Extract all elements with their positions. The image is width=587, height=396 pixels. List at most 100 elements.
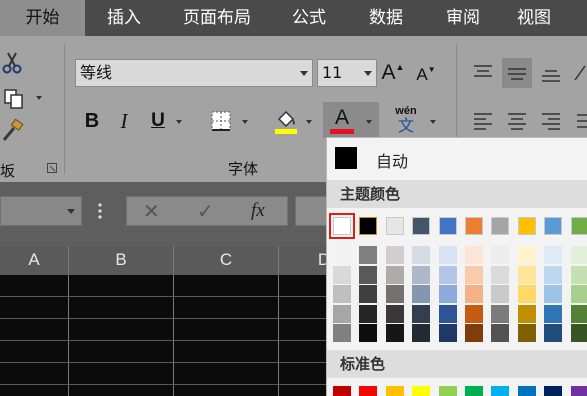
- italic-button[interactable]: I: [112, 107, 136, 135]
- phonetic-guide-button[interactable]: wén 文: [390, 102, 422, 138]
- underline-dropdown-caret[interactable]: [176, 120, 182, 124]
- theme-shade-swatch[interactable]: [333, 246, 351, 264]
- tab-review[interactable]: 审阅: [425, 0, 501, 36]
- theme-shade-swatch[interactable]: [491, 265, 510, 284]
- copy-dropdown-caret[interactable]: [36, 96, 42, 100]
- theme-shade-swatch[interactable]: [465, 324, 483, 343]
- decrease-indent-button[interactable]: [572, 108, 587, 134]
- theme-shade-swatch[interactable]: [544, 304, 563, 323]
- theme-shade-swatch[interactable]: [333, 285, 351, 304]
- theme-shade-swatch[interactable]: [359, 285, 378, 304]
- font-color-dropdown-caret[interactable]: [366, 120, 372, 124]
- theme-shade-swatch[interactable]: [438, 246, 457, 264]
- theme-shade-swatch[interactable]: [385, 324, 404, 343]
- align-top-button[interactable]: [470, 60, 496, 84]
- cut-button[interactable]: [0, 50, 24, 76]
- cancel-button[interactable]: ✕: [143, 199, 160, 223]
- standard-color-swatch[interactable]: [359, 386, 378, 396]
- align-left-button[interactable]: [470, 108, 496, 134]
- format-painter-button[interactable]: [0, 118, 26, 144]
- automatic-color-option[interactable]: 自动: [327, 138, 587, 180]
- theme-color-swatch[interactable]: [544, 217, 563, 235]
- tab-data[interactable]: 数据: [347, 0, 425, 36]
- theme-shade-swatch[interactable]: [491, 285, 510, 304]
- shrink-font-button[interactable]: A ▼: [414, 62, 438, 88]
- borders-button[interactable]: [208, 108, 234, 134]
- theme-shade-swatch[interactable]: [544, 246, 563, 264]
- theme-shade-swatch[interactable]: [438, 324, 457, 343]
- clipboard-launcher[interactable]: [46, 162, 58, 174]
- name-box[interactable]: [0, 196, 82, 226]
- theme-shade-swatch[interactable]: [517, 265, 536, 284]
- theme-color-swatch[interactable]: [570, 217, 587, 235]
- theme-shade-swatch[interactable]: [385, 304, 404, 323]
- theme-shade-swatch[interactable]: [438, 304, 457, 323]
- theme-shade-swatch[interactable]: [385, 246, 404, 264]
- enter-button[interactable]: ✓: [197, 199, 214, 223]
- align-center-button[interactable]: [504, 108, 530, 134]
- theme-color-swatch[interactable]: [412, 217, 431, 235]
- theme-shade-swatch[interactable]: [385, 265, 404, 284]
- theme-shade-swatch[interactable]: [491, 324, 510, 343]
- standard-color-swatch[interactable]: [544, 386, 563, 396]
- theme-shade-swatch[interactable]: [333, 324, 351, 343]
- fill-color-dropdown-caret[interactable]: [306, 120, 312, 124]
- theme-shade-swatch[interactable]: [570, 304, 587, 323]
- standard-color-swatch[interactable]: [465, 386, 483, 396]
- theme-color-swatch[interactable]: [491, 217, 510, 235]
- theme-shade-swatch[interactable]: [544, 324, 563, 343]
- theme-shade-swatch[interactable]: [544, 285, 563, 304]
- theme-shade-swatch[interactable]: [465, 285, 483, 304]
- theme-shade-swatch[interactable]: [517, 304, 536, 323]
- theme-shade-swatch[interactable]: [359, 304, 378, 323]
- align-right-button[interactable]: [538, 108, 564, 134]
- theme-shade-swatch[interactable]: [465, 246, 483, 264]
- theme-shade-swatch[interactable]: [412, 304, 431, 323]
- standard-color-swatch[interactable]: [412, 386, 431, 396]
- theme-shade-swatch[interactable]: [412, 285, 431, 304]
- standard-color-swatch[interactable]: [570, 386, 587, 396]
- standard-color-swatch[interactable]: [491, 386, 510, 396]
- theme-shade-swatch[interactable]: [517, 246, 536, 264]
- column-header-a[interactable]: A: [0, 246, 68, 274]
- font-color-button[interactable]: A: [328, 104, 356, 136]
- theme-color-swatch[interactable]: [517, 217, 536, 235]
- insert-function-button[interactable]: fx: [251, 200, 265, 222]
- underline-button[interactable]: U: [146, 107, 170, 135]
- theme-shade-swatch[interactable]: [570, 324, 587, 343]
- standard-color-swatch[interactable]: [438, 386, 457, 396]
- theme-shade-swatch[interactable]: [438, 285, 457, 304]
- align-middle-button[interactable]: [502, 58, 532, 88]
- column-header-c[interactable]: C: [174, 246, 278, 274]
- theme-shade-swatch[interactable]: [412, 265, 431, 284]
- tab-view[interactable]: 视图: [501, 0, 567, 36]
- theme-shade-swatch[interactable]: [517, 324, 536, 343]
- theme-shade-swatch[interactable]: [438, 265, 457, 284]
- theme-shade-swatch[interactable]: [570, 246, 587, 264]
- column-header-b[interactable]: B: [69, 246, 173, 274]
- theme-shade-swatch[interactable]: [333, 265, 351, 284]
- font-size-combo[interactable]: 11: [317, 59, 377, 87]
- theme-shade-swatch[interactable]: [359, 324, 378, 343]
- fill-color-button[interactable]: [272, 106, 300, 136]
- standard-color-swatch[interactable]: [517, 386, 536, 396]
- phonetic-dropdown-caret[interactable]: [430, 120, 436, 124]
- standard-color-swatch[interactable]: [385, 386, 404, 396]
- theme-color-swatch[interactable]: [465, 217, 483, 235]
- theme-shade-swatch[interactable]: [570, 285, 587, 304]
- standard-color-swatch[interactable]: [333, 386, 351, 396]
- orientation-button[interactable]: [572, 60, 587, 84]
- tab-insert[interactable]: 插入: [85, 0, 163, 36]
- copy-button[interactable]: [0, 86, 28, 112]
- more-options-icon[interactable]: [98, 202, 102, 220]
- theme-shade-swatch[interactable]: [491, 304, 510, 323]
- theme-shade-swatch[interactable]: [570, 265, 587, 284]
- theme-color-swatch[interactable]: [438, 217, 457, 235]
- tab-formulas[interactable]: 公式: [271, 0, 347, 36]
- borders-dropdown-caret[interactable]: [242, 120, 248, 124]
- tab-page-layout[interactable]: 页面布局: [163, 0, 271, 36]
- theme-shade-swatch[interactable]: [359, 265, 378, 284]
- theme-shade-swatch[interactable]: [517, 285, 536, 304]
- theme-shade-swatch[interactable]: [359, 246, 378, 264]
- bold-button[interactable]: B: [80, 107, 104, 135]
